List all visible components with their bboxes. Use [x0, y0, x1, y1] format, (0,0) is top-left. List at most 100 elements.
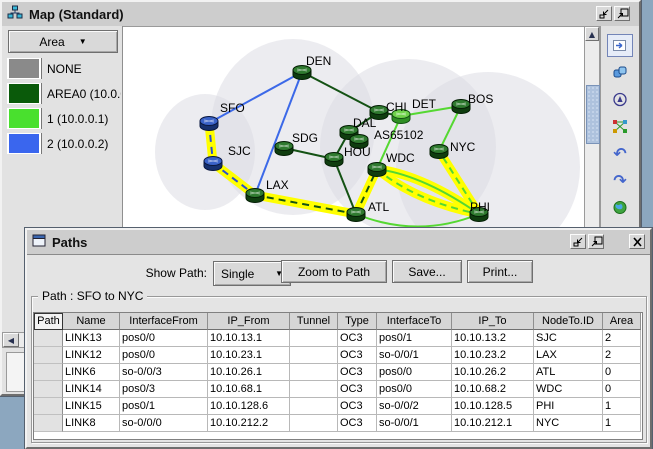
table-cell[interactable]: 10.10.128.5: [452, 398, 534, 415]
table-cell[interactable]: pos0/1: [377, 330, 452, 347]
table-cell[interactable]: so-0/0/1: [377, 415, 452, 432]
table-cell[interactable]: [290, 398, 338, 415]
area-selector-combo[interactable]: Area ▼: [8, 30, 118, 53]
table-cell[interactable]: 10.10.212.1: [452, 415, 534, 432]
table-cell[interactable]: LAX: [534, 347, 603, 364]
print-button[interactable]: Print...: [467, 260, 533, 283]
save-button[interactable]: Save...: [392, 260, 462, 283]
row-header-cell[interactable]: [34, 347, 63, 364]
map-views-icon[interactable]: [607, 61, 633, 84]
close-button[interactable]: [629, 234, 645, 249]
table-cell[interactable]: 10.10.23.2: [452, 347, 534, 364]
table-cell[interactable]: [290, 347, 338, 364]
row-header-cell[interactable]: [34, 398, 63, 415]
fit-window-icon[interactable]: [607, 34, 633, 57]
scroll-left-button[interactable]: ◀: [3, 333, 19, 347]
table-cell[interactable]: 10.10.68.2: [452, 381, 534, 398]
legend-item[interactable]: NONE: [7, 58, 121, 79]
table-cell[interactable]: NYC: [534, 415, 603, 432]
table-cell[interactable]: 0: [603, 364, 641, 381]
column-header-interfaceto[interactable]: InterfaceTo: [377, 313, 452, 330]
table-cell[interactable]: WDC: [534, 381, 603, 398]
map-node-H3[interactable]: [325, 153, 343, 167]
table-cell[interactable]: 10.10.26.1: [208, 364, 290, 381]
legend-item[interactable]: AREA0 (10.0.0.0): [7, 83, 121, 104]
table-cell[interactable]: ATL: [534, 364, 603, 381]
maximize-button[interactable]: [614, 6, 630, 21]
row-header-cell[interactable]: [34, 364, 63, 381]
table-cell[interactable]: OC3: [338, 381, 377, 398]
column-header-ip_to[interactable]: IP_To: [452, 313, 534, 330]
column-header-interfacefrom[interactable]: InterfaceFrom: [120, 313, 208, 330]
table-cell[interactable]: [290, 364, 338, 381]
table-cell[interactable]: LINK8: [63, 415, 120, 432]
column-header-name[interactable]: Name: [63, 313, 120, 330]
table-cell[interactable]: pos0/0: [120, 347, 208, 364]
table-cell[interactable]: pos0/0: [377, 364, 452, 381]
table-cell[interactable]: PHI: [534, 398, 603, 415]
table-cell[interactable]: LINK12: [63, 347, 120, 364]
table-cell[interactable]: 1: [603, 415, 641, 432]
globe-icon[interactable]: [607, 196, 633, 219]
table-cell[interactable]: SJC: [534, 330, 603, 347]
table-cell[interactable]: 0: [603, 381, 641, 398]
table-cell[interactable]: so-0/0/3: [120, 364, 208, 381]
table-cell[interactable]: OC3: [338, 398, 377, 415]
column-header-type[interactable]: Type: [338, 313, 377, 330]
scroll-up-button[interactable]: ▲: [585, 27, 599, 41]
table-cell[interactable]: LINK15: [63, 398, 120, 415]
column-header-tunnel[interactable]: Tunnel: [290, 313, 338, 330]
table-cell[interactable]: 10.10.26.2: [452, 364, 534, 381]
table-cell[interactable]: pos0/3: [120, 381, 208, 398]
scrollbar-thumb[interactable]: [586, 85, 600, 144]
table-cell[interactable]: 10.10.13.1: [208, 330, 290, 347]
legend-item[interactable]: 2 (10.0.0.2): [7, 133, 121, 154]
table-cell[interactable]: 10.10.23.1: [208, 347, 290, 364]
table-cell[interactable]: OC3: [338, 415, 377, 432]
table-cell[interactable]: 10.10.13.2: [452, 330, 534, 347]
map-node-SJC[interactable]: [204, 157, 222, 171]
iconify-button[interactable]: [596, 6, 612, 21]
table-cell[interactable]: pos0/0: [120, 330, 208, 347]
column-header-area[interactable]: Area: [603, 313, 641, 330]
row-header-cell[interactable]: [34, 415, 63, 432]
map-node-SFO[interactable]: [200, 117, 218, 131]
table-cell[interactable]: OC3: [338, 347, 377, 364]
table-cell[interactable]: OC3: [338, 330, 377, 347]
iconify-button[interactable]: [570, 234, 586, 249]
table-cell[interactable]: LINK14: [63, 381, 120, 398]
row-header-cell[interactable]: [34, 330, 63, 347]
zoom-to-path-button[interactable]: Zoom to Path: [281, 260, 387, 283]
path-table-scrollpane[interactable]: PathNameInterfaceFromIP_FromTunnelTypeIn…: [33, 312, 643, 440]
table-cell[interactable]: OC3: [338, 364, 377, 381]
table-cell[interactable]: 1: [603, 398, 641, 415]
table-cell[interactable]: LINK13: [63, 330, 120, 347]
table-cell[interactable]: pos0/1: [120, 398, 208, 415]
map-node-NYC[interactable]: [430, 145, 448, 159]
table-cell[interactable]: so-0/0/2: [377, 398, 452, 415]
column-header-ip_from[interactable]: IP_From: [208, 313, 290, 330]
undo-icon[interactable]: ↶: [607, 142, 633, 165]
table-cell[interactable]: so-0/0/1: [377, 347, 452, 364]
column-header-nodeto.id[interactable]: NodeTo.ID: [534, 313, 603, 330]
maximize-button[interactable]: [588, 234, 604, 249]
table-cell[interactable]: pos0/0: [377, 381, 452, 398]
table-cell[interactable]: 10.10.68.1: [208, 381, 290, 398]
map-node-SDG[interactable]: [275, 142, 293, 156]
topology-layout-icon[interactable]: [607, 115, 633, 138]
map-window-titlebar[interactable]: Map (Standard): [2, 2, 639, 27]
column-header-path[interactable]: Path: [34, 313, 63, 330]
map-node-LAX[interactable]: [246, 189, 264, 203]
map-node-ATL[interactable]: [347, 208, 365, 222]
table-cell[interactable]: [290, 381, 338, 398]
table-cell[interactable]: 2: [603, 330, 641, 347]
table-cell[interactable]: 10.10.212.2: [208, 415, 290, 432]
table-cell[interactable]: LINK6: [63, 364, 120, 381]
table-cell[interactable]: 10.10.128.6: [208, 398, 290, 415]
paths-window-titlebar[interactable]: Paths: [27, 230, 650, 255]
map-node-WDC[interactable]: [368, 163, 386, 177]
row-header-cell[interactable]: [34, 381, 63, 398]
redo-icon[interactable]: ↷: [607, 169, 633, 192]
pointer-mode-icon[interactable]: [607, 88, 633, 111]
path-mode-combo[interactable]: Single ▼: [213, 261, 291, 286]
